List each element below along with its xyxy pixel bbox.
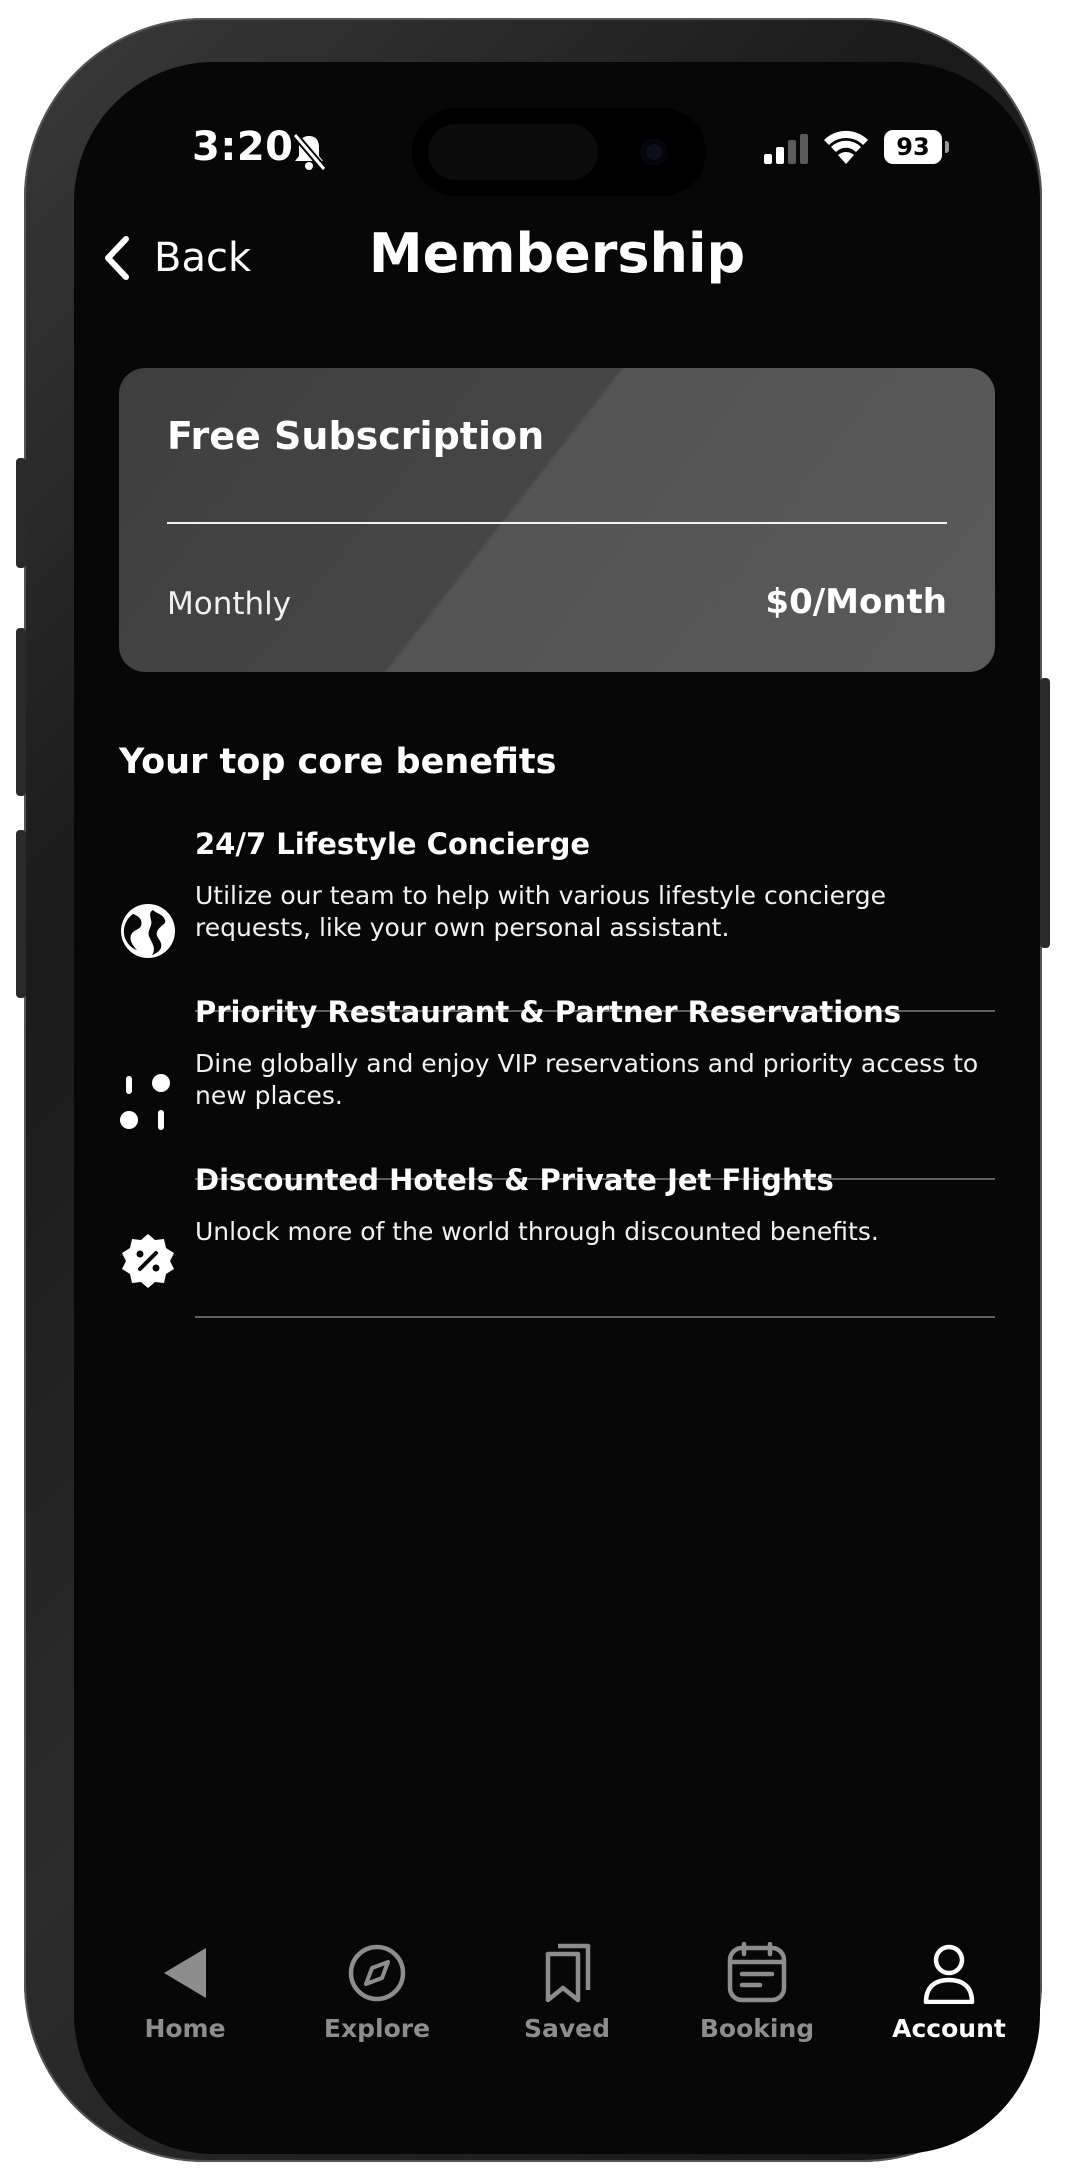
benefit-description: Utilize our team to help with various li… <box>195 881 887 942</box>
tab-booking-label: Booking <box>699 2014 815 2043</box>
status-time: 3:20 <box>192 124 294 170</box>
tab-explore-label: Explore <box>323 2014 431 2043</box>
tab-saved[interactable]: Saved <box>482 1942 652 2043</box>
wifi-icon <box>824 130 868 164</box>
discount-badge-icon <box>122 1234 174 1288</box>
tab-explore[interactable]: Explore <box>292 1942 462 2043</box>
tab-booking[interactable]: Booking <box>672 1942 842 2043</box>
power-button <box>1040 678 1050 948</box>
benefit-item: Discounted Hotels & Private Jet Flights … <box>119 1160 995 1320</box>
benefit-item: 24/7 Lifestyle Concierge Utilize our tea… <box>119 824 995 1014</box>
bell-muted-icon <box>292 132 327 172</box>
benefit-item: Priority Restaurant & Partner Reservatio… <box>119 992 995 1182</box>
person-icon <box>923 1944 975 2004</box>
dynamic-island <box>412 108 706 196</box>
subscription-price: $0/Month <box>765 582 947 622</box>
phone-frame: 3:20 93 Back Membership Free Subscriptio… <box>16 18 1050 2162</box>
reservation-icon <box>120 1074 170 1130</box>
subscription-card[interactable]: Free Subscription Monthly $0/Month <box>119 368 995 672</box>
home-arrow-icon <box>164 1948 206 1998</box>
action-button <box>16 458 26 568</box>
battery-indicator: 93 <box>884 130 950 164</box>
compass-icon <box>348 1944 406 2002</box>
battery-level: 93 <box>884 130 942 164</box>
signal-icon <box>764 134 808 164</box>
app-screen: 3:20 93 Back Membership Free Subscriptio… <box>74 62 1040 2154</box>
benefit-title: 24/7 Lifestyle Concierge <box>195 827 591 861</box>
tab-account-label: Account <box>892 2014 1006 2043</box>
tab-saved-label: Saved <box>523 2014 611 2043</box>
billing-period: Monthly <box>167 586 292 622</box>
bottom-tab-bar: Home Explore Saved Booking Account <box>74 1942 1040 2072</box>
benefit-divider <box>195 1316 995 1318</box>
bookmark-icon <box>545 1943 591 2003</box>
calendar-icon <box>727 1942 787 2003</box>
camera-icon <box>640 138 668 166</box>
benefit-description: Unlock more of the world through discoun… <box>195 1217 879 1246</box>
benefits-section-title: Your top core benefits <box>119 742 557 782</box>
benefit-title: Priority Restaurant & Partner Reservatio… <box>195 995 901 1029</box>
volume-up-button <box>16 628 26 796</box>
card-divider <box>167 522 947 524</box>
volume-down-button <box>16 830 26 998</box>
subscription-title: Free Subscription <box>167 414 545 458</box>
benefit-description: Dine globally and enjoy VIP reservations… <box>195 1049 979 1110</box>
benefit-title: Discounted Hotels & Private Jet Flights <box>195 1163 834 1197</box>
tab-home-label: Home <box>144 2014 226 2043</box>
globe-icon <box>121 904 175 958</box>
page-title: Membership <box>368 222 746 285</box>
tab-account[interactable]: Account <box>864 1942 1034 2043</box>
tab-home[interactable]: Home <box>100 1942 270 2043</box>
